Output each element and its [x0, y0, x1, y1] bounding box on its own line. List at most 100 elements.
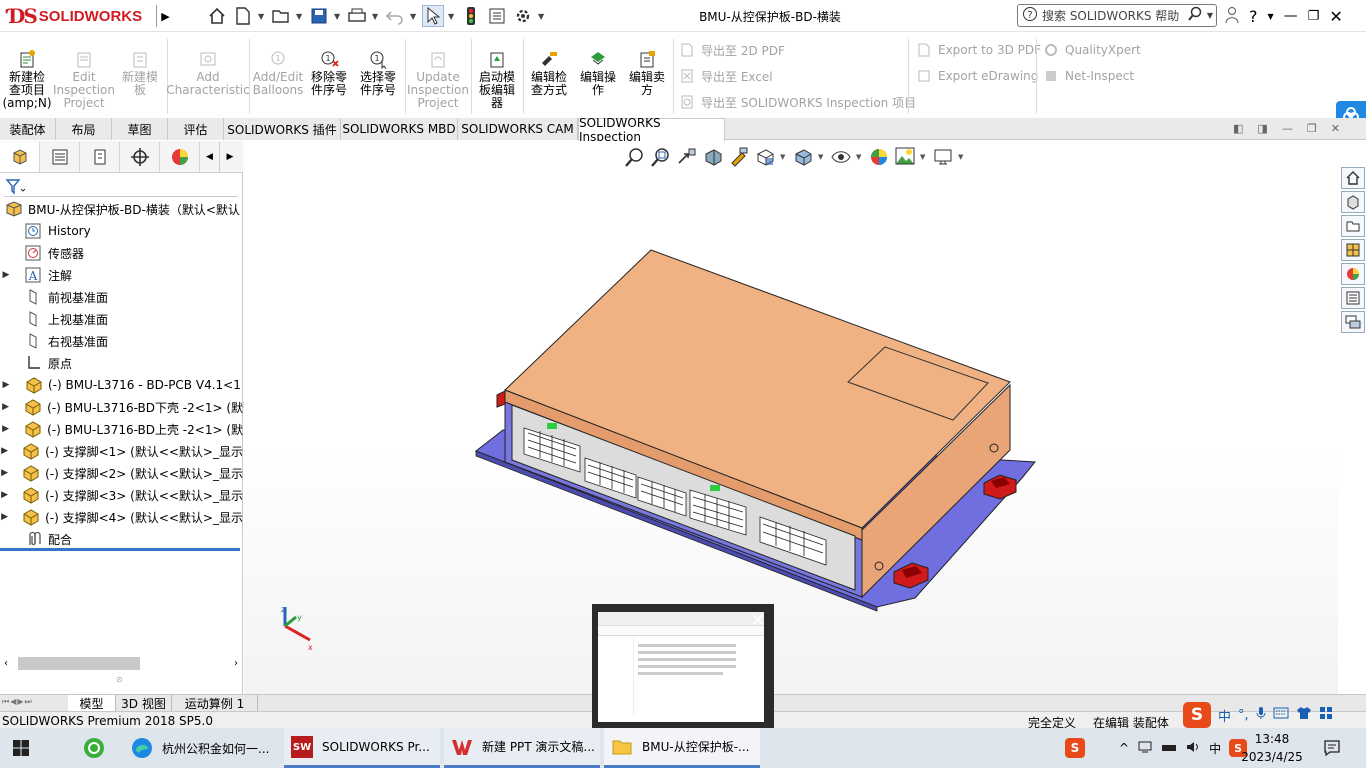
taskbar-360-browser[interactable] — [82, 728, 110, 768]
tree-node-top-plane[interactable]: 上视基准面 — [0, 308, 243, 330]
propertymanager-tab[interactable] — [40, 141, 80, 172]
sogou-logo-icon[interactable]: S — [1183, 702, 1211, 728]
tab-assembly[interactable]: 装配体 — [0, 118, 56, 140]
tree-node-annotations[interactable]: ▶ A 注解 — [0, 264, 243, 286]
new-template-button[interactable]: 新建模 板 — [117, 49, 163, 97]
expand-arrow-icon[interactable]: ▶ — [0, 512, 9, 522]
open-folder-icon[interactable] — [270, 5, 292, 27]
tree-node-part-pcb[interactable]: ▶ (-) BMU-L3716 - BD-PCB V4.1<1 — [0, 374, 243, 396]
tab-sw-addins[interactable]: SOLIDWORKS 插件 — [224, 118, 341, 140]
featuremanager-tab[interactable] — [0, 141, 40, 172]
ime-language-toggle[interactable]: 中 — [1218, 706, 1231, 725]
export-excel-button[interactable]: 导出至 Excel — [679, 66, 773, 86]
add-edit-balloons-button[interactable]: 1 Add/Edit Balloons — [252, 49, 304, 97]
close-icon[interactable]: ✕ — [1329, 7, 1342, 26]
dimxpert-tab[interactable] — [120, 141, 160, 172]
select-cursor-icon[interactable] — [422, 5, 444, 27]
clock[interactable]: 13:48 2023/4/25 — [1238, 730, 1306, 766]
view-palette-icon[interactable] — [1341, 239, 1365, 261]
scroll-right-arrow-icon[interactable]: › — [234, 658, 238, 669]
tree-horizontal-scrollbar[interactable]: ‹ › — [4, 655, 240, 671]
new-document-icon[interactable] — [232, 5, 254, 27]
sw-resources-home-icon[interactable] — [1341, 167, 1365, 189]
taskbar-solidworks-window[interactable]: SW SOLIDWORKS Pr... — [284, 728, 440, 768]
tree-node-mates[interactable]: 配合 — [0, 528, 243, 550]
search-magnifier-icon[interactable] — [1187, 6, 1203, 25]
edit-vendor-button[interactable]: 编辑卖 方 — [624, 49, 670, 97]
tree-node-history[interactable]: History — [0, 220, 243, 242]
tree-node-part-upper-shell[interactable]: ▶ (-) BMU-L3716-BD上壳 -2<1> (默 — [0, 418, 243, 440]
search-dropdown-icon[interactable]: ▼ — [1207, 11, 1213, 20]
taskbar-wps-window[interactable]: 新建 PPT 演示文稿... — [444, 728, 600, 768]
tree-filter[interactable] — [4, 177, 238, 197]
scrollbar-thumb[interactable] — [18, 657, 140, 670]
options-dropdown-icon[interactable]: ▼ — [538, 12, 546, 21]
scroll-left-arrow-icon[interactable]: ‹ — [4, 658, 8, 669]
tree-node-origin[interactable]: 原点 — [0, 352, 243, 374]
tree-node-part-foot-2[interactable]: ▶ (-) 支撑脚<2> (默认<<默认>_显示 — [0, 462, 243, 484]
taskbar-edge-window[interactable]: 杭州公积金如何一... — [124, 728, 280, 768]
taskbar-explorer-window[interactable]: BMU-从控保护板-... — [604, 728, 760, 768]
print-dropdown-icon[interactable]: ▼ — [372, 12, 380, 21]
export-sw-inspection-button[interactable]: 导出至 SOLIDWORKS Inspection 项目 — [679, 92, 916, 112]
export-3d-pdf-button[interactable]: Export to 3D PDF — [916, 40, 1041, 60]
model-3d-view[interactable]: z y x — [244, 141, 1338, 694]
graphics-area[interactable]: ▼ ▼ ▼ ▼ ▼ z y x — [244, 141, 1338, 694]
remove-part-sequence-button[interactable]: 1 移除零 件序号 — [306, 49, 352, 97]
add-characteristic-button[interactable]: Add Characteristic — [166, 49, 250, 97]
ime-tools-grid-icon[interactable] — [1319, 706, 1333, 724]
custom-properties-icon[interactable] — [1341, 287, 1365, 309]
tree-node-part-lower-shell[interactable]: ▶ (-) BMU-L3716-BD下壳 -2<1> (默 — [0, 396, 243, 418]
panel-scroll-right-icon[interactable]: ▶ — [220, 142, 240, 172]
input-method-indicator[interactable]: 中 — [1209, 740, 1221, 757]
export-edrawing-button[interactable]: Export eDrawing — [916, 66, 1038, 86]
forum-chat-icon[interactable] — [1341, 311, 1365, 333]
launch-template-editor-button[interactable]: 启动模 板编辑 器 — [474, 49, 520, 110]
update-inspection-project-button[interactable]: Update Inspection Project — [407, 49, 469, 110]
rebuild-traffic-light-icon[interactable] — [460, 5, 482, 27]
prev-tab-icon[interactable]: ◀ — [10, 697, 16, 707]
notification-center-icon[interactable] — [1322, 738, 1342, 761]
solidworks-logo[interactable]: ƊS SOLIDWORKS — [8, 4, 150, 28]
skin-shirt-icon[interactable] — [1296, 706, 1312, 724]
panel-scroll-left-icon[interactable]: ◀ — [200, 141, 220, 172]
appearances-scenes-icon[interactable] — [1341, 263, 1365, 285]
help-icon[interactable]: ? — [1249, 7, 1258, 26]
support-foot-left[interactable] — [496, 390, 506, 408]
new-inspection-project-button[interactable]: 新建检 查项目 (amp;N) — [2, 49, 52, 110]
tile-right-icon[interactable]: ◨ — [1257, 122, 1267, 135]
network-icon[interactable] — [1137, 740, 1153, 757]
keyboard-icon[interactable] — [1273, 707, 1289, 723]
first-tab-icon[interactable]: ⏮ — [2, 697, 9, 707]
undo-dropdown-icon[interactable]: ▼ — [410, 12, 418, 21]
tree-node-sensors[interactable]: 传感器 — [0, 242, 243, 264]
punctuation-icon[interactable]: °, — [1238, 708, 1249, 723]
tree-node-part-foot-3[interactable]: ▶ (-) 支撑脚<3> (默认<<默认>_显示 — [0, 484, 243, 506]
volume-icon[interactable] — [1185, 740, 1201, 757]
minimize-icon[interactable]: — — [1284, 8, 1298, 24]
show-hidden-icons-icon[interactable]: ^ — [1119, 741, 1129, 755]
expand-arrow-icon[interactable]: ▶ — [0, 402, 11, 412]
design-library-icon[interactable] — [1341, 191, 1365, 213]
qualityxpert-button[interactable]: QualityXpert — [1043, 40, 1141, 60]
save-icon[interactable] — [308, 5, 330, 27]
tab-layout[interactable]: 布局 — [56, 118, 112, 140]
expand-arrow-icon[interactable]: ▶ — [0, 490, 9, 500]
rollback-bar[interactable] — [0, 548, 240, 551]
tree-node-part-foot-1[interactable]: ▶ (-) 支撑脚<1> (默认<<默认>_显示 — [0, 440, 243, 462]
select-part-sequence-button[interactable]: 1 选择零 件序号 — [355, 49, 401, 97]
tab-sw-inspection[interactable]: SOLIDWORKS Inspection — [578, 116, 725, 144]
edit-inspection-project-button[interactable]: Edit Inspection Project — [53, 49, 115, 110]
save-dropdown-icon[interactable]: ▼ — [334, 12, 342, 21]
tree-node-front-plane[interactable]: 前视基准面 — [0, 286, 243, 308]
tab-3d-views[interactable]: 3D 视图 — [116, 695, 172, 712]
doc-restore-icon[interactable]: ❐ — [1307, 122, 1317, 135]
tab-sw-cam[interactable]: SOLIDWORKS CAM — [458, 118, 578, 140]
expand-arrow-icon[interactable]: ▶ — [0, 270, 12, 280]
net-inspect-button[interactable]: Net-Inspect — [1043, 66, 1134, 86]
sogou-tray-icon[interactable]: S — [1065, 738, 1085, 758]
panel-resize-grip-icon[interactable]: ⊙ — [116, 675, 123, 684]
help-dropdown-icon[interactable]: ▼ — [1268, 12, 1274, 21]
file-properties-icon[interactable] — [486, 5, 508, 27]
cloud-drive-icon[interactable] — [1161, 741, 1177, 756]
